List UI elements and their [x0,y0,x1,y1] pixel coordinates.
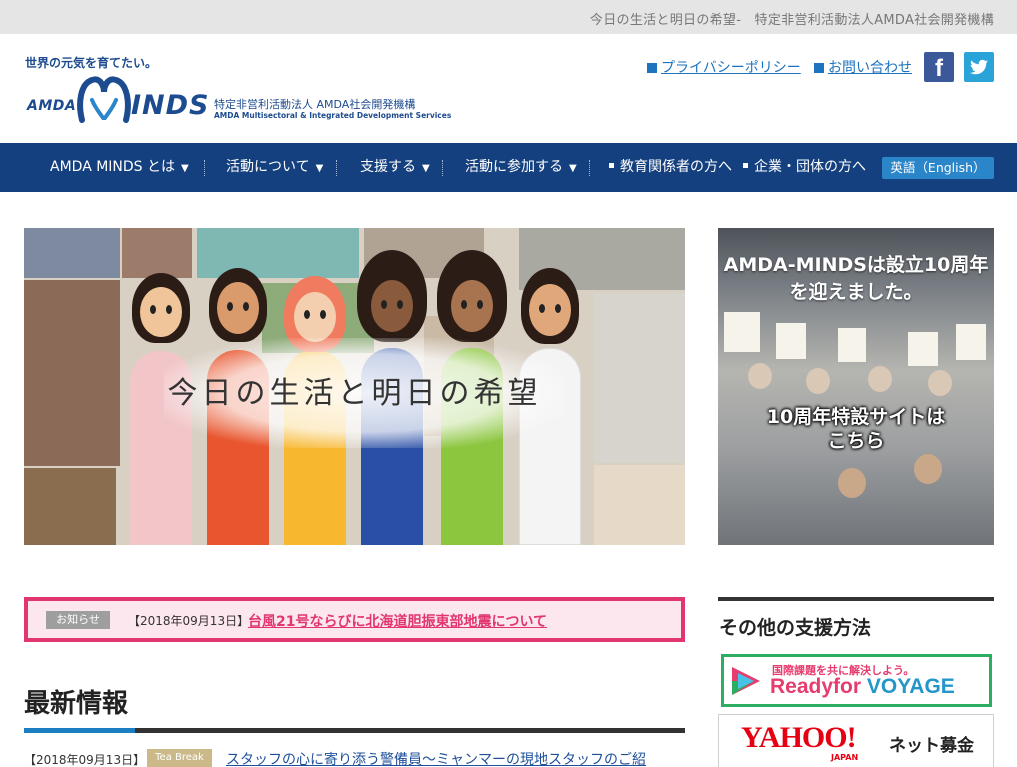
english-button[interactable]: 英語（English） [882,157,994,179]
notice-link[interactable]: 台風21号ならびに北海道胆振東部地震について [248,611,547,631]
facebook-icon[interactable]: f [924,52,954,82]
notice-bar: お知らせ 【2018年09月13日】 台風21号ならびに北海道胆振東部地震につい… [24,597,685,642]
child-figure [914,454,942,484]
org-name-jp: 特定非営利活動法人 AMDA社会開発機構 [214,98,416,111]
message-card [908,332,938,366]
news-item-link[interactable]: スタッフの心に寄り添う警備員〜ミャンマーの現地スタッフのご紹 [226,749,646,767]
twitter-icon[interactable] [964,52,994,82]
nav-divider [204,160,205,176]
readyfor-logo-icon [738,673,754,689]
square-bullet-icon [743,163,748,168]
square-bullet-icon [814,63,824,73]
anniversary-cta-line: こちら [827,430,885,452]
photo-tile [122,228,192,278]
nav-label: 教育関係者の方へ [620,159,732,175]
anniversary-headline-line: を迎えました。 [789,281,923,303]
readyfor-wordmark: Readyfor VOYAGE [770,675,955,699]
yahoo-logo: YAHOO! [741,721,857,754]
privacy-policy-link[interactable]: プライバシーポリシー [647,57,801,77]
heading-underline [24,728,685,733]
top-strip: 今日の生活と明日の希望- 特定非営利活動法人AMDA社会開発機構 [0,0,1017,34]
anniversary-banner[interactable]: AMDA-MINDSは設立10周年 を迎えました。 10周年特設サイトは こちら [718,228,994,545]
nav-label: 活動に参加する [465,159,563,175]
yahoo-donation-banner[interactable]: YAHOO! JAPAN ネット募金 [718,714,994,767]
facebook-glyph: f [935,55,943,82]
sidebar-heading-rule [718,597,994,601]
caret-down-icon: ▼ [422,163,430,174]
heading-accent [24,728,135,733]
yahoo-japan-label: JAPAN [831,753,859,762]
message-card [724,312,760,352]
message-card [776,323,806,359]
site-header: 世界の元気を育てたい。 AMDA INDS 特定非営利活動法人 AMDA社会開発… [0,34,1017,143]
latest-news-heading: 最新情報 [24,689,129,719]
caret-down-icon: ▼ [569,163,577,174]
nav-item-participate[interactable]: 活動に参加する ▼ [465,143,577,192]
readyfor-wordmark-part: Readyfor [770,675,867,698]
nav-label: 企業・団体の方へ [754,159,866,175]
notice-date: 【2018年09月13日】 [128,614,250,628]
child-figure [838,468,866,498]
contact-label: お問い合わせ [828,60,912,76]
logo-heart-icon[interactable] [76,74,132,124]
hero-title: 今日の生活と明日の希望 [167,376,542,411]
nav-divider [442,160,443,176]
contact-link[interactable]: お問い合わせ [814,57,912,77]
nav-label: 活動について [226,159,310,175]
square-bullet-icon [647,63,657,73]
readyfor-wordmark-part: VOYAGE [866,675,955,698]
photo-tile [594,465,685,545]
nav-item-support[interactable]: 支援する ▼ [360,143,430,192]
main-nav: AMDA MINDS とは ▼ 活動について ▼ 支援する ▼ 活動に参加する ▼ 教育… [0,143,1017,192]
child-figure [928,370,952,396]
logo-minds-text[interactable]: INDS [131,90,210,121]
logo-amda-text[interactable]: AMDA [27,98,76,114]
nav-label: 支援する [360,159,416,175]
nav-item-about[interactable]: AMDA MINDS とは ▼ [50,143,189,192]
child-figure [748,363,772,389]
nav-item-activities[interactable]: 活動について ▼ [226,143,323,192]
privacy-policy-label: プライバシーポリシー [661,60,801,76]
anniversary-cta[interactable]: 10周年特設サイトは こちら [718,405,994,453]
site-tagline: 今日の生活と明日の希望- 特定非営利活動法人AMDA社会開発機構 [589,13,994,28]
twitter-bird-icon [970,59,988,75]
anniversary-headline-line: AMDA-MINDSは設立10周年 [723,254,989,276]
photo-tile [24,228,120,278]
nav-divider [589,160,590,176]
nav-item-educators[interactable]: 教育関係者の方へ [609,143,732,192]
square-bullet-icon [609,163,614,168]
news-date: 【2018年09月13日】 [24,753,146,767]
caret-down-icon: ▼ [181,163,189,174]
anniversary-headline: AMDA-MINDSは設立10周年 を迎えました。 [718,252,994,306]
org-name-en: AMDA Multisectoral & Integrated Developm… [214,111,452,120]
message-card [956,324,986,360]
news-category-tag[interactable]: Tea Break [147,749,212,767]
caret-down-icon: ▼ [315,163,324,174]
hero-banner[interactable]: 今日の生活と明日の希望 [24,228,685,545]
nav-divider [336,160,337,176]
sidebar-heading: その他の支援方法 [719,617,872,639]
child-figure [806,368,830,394]
notice-badge: お知らせ [46,611,110,629]
anniversary-cta-line: 10周年特設サイトは [766,406,946,428]
photo-tile [24,468,116,545]
nav-label: AMDA MINDS とは [50,159,176,175]
readyfor-voyage-banner[interactable]: 国際課題を共に解決しよう。 Readyfor VOYAGE [721,654,992,707]
yahoo-service-label: ネット募金 [889,736,974,756]
slogan: 世界の元気を育てたい。 [25,56,158,70]
child-figure [868,366,892,392]
message-card [838,328,866,362]
nav-item-companies[interactable]: 企業・団体の方へ [743,143,866,192]
